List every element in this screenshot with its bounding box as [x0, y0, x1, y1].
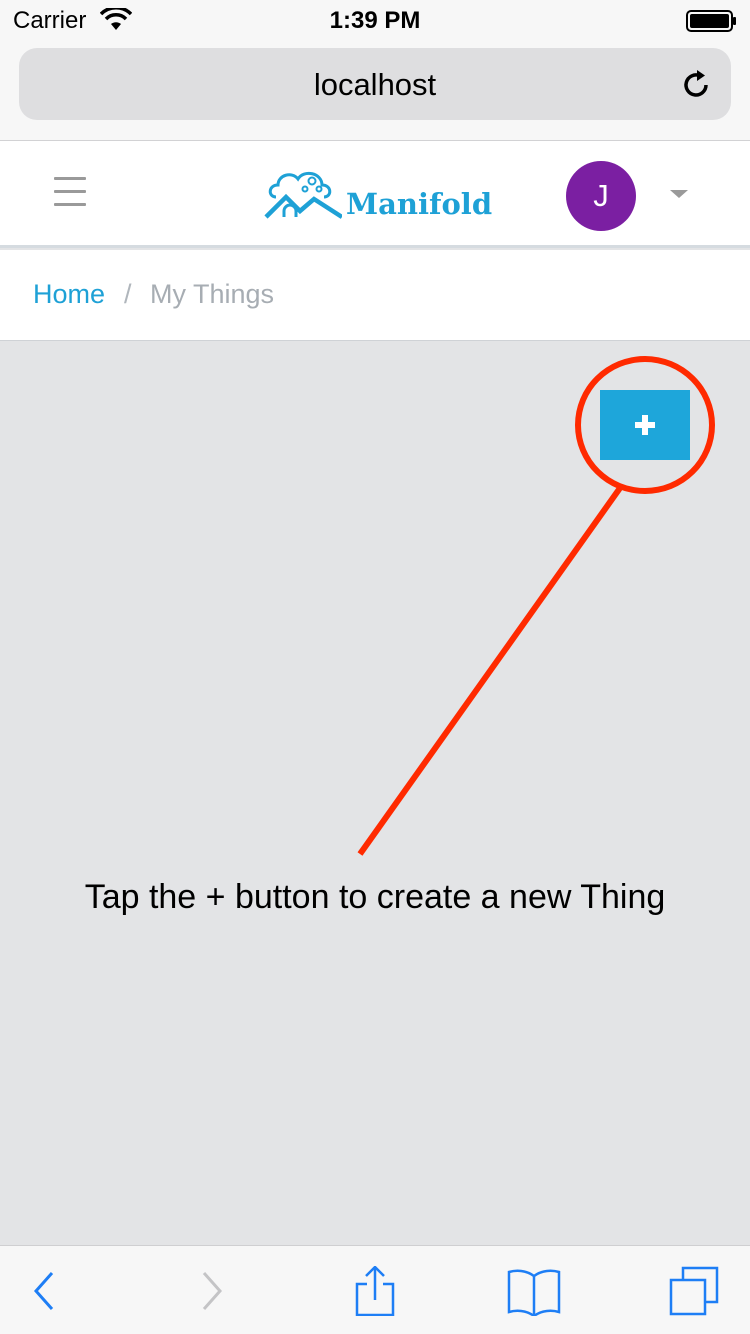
app-header: Manifold J: [0, 141, 750, 248]
battery-icon: [686, 10, 736, 32]
chevron-down-icon[interactable]: [670, 190, 688, 198]
status-bar: Carrier 1:39 PM: [0, 0, 750, 40]
back-icon[interactable]: [20, 1266, 76, 1316]
bookmarks-icon[interactable]: [506, 1266, 562, 1316]
clock: 1:39 PM: [329, 7, 421, 34]
logo-text: Manifold: [346, 187, 493, 221]
cloud-house-logo-icon: [264, 171, 342, 219]
share-icon[interactable]: [347, 1266, 403, 1316]
forward-icon[interactable]: [184, 1266, 240, 1316]
url-text: localhost: [313, 67, 437, 102]
address-bar[interactable]: localhost: [19, 48, 731, 120]
manifold-logo[interactable]: Manifold: [264, 167, 494, 223]
breadcrumb: Home / My Things: [0, 250, 750, 341]
user-avatar[interactable]: J: [566, 161, 636, 231]
breadcrumb-home-link[interactable]: Home: [33, 279, 105, 310]
breadcrumb-separator: /: [124, 279, 132, 309]
annotation-circle: [575, 356, 715, 494]
browser-toolbar: [0, 1245, 750, 1334]
breadcrumb-current: My Things: [150, 279, 275, 309]
hint-text: Tap the + button to create a new Thing: [84, 878, 666, 916]
tabs-icon[interactable]: [665, 1266, 721, 1316]
menu-icon[interactable]: [54, 177, 86, 211]
reload-icon[interactable]: [678, 67, 714, 103]
browser-chrome: Carrier 1:39 PM localhost: [0, 0, 750, 141]
